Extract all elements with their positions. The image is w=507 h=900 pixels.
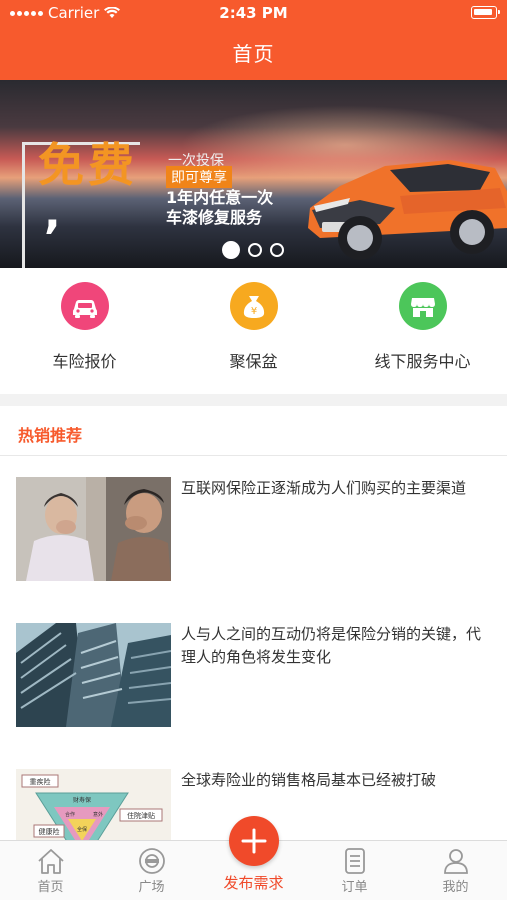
- service-label: 线下服务中心: [374, 352, 471, 371]
- status-bar: Carrier 2:43 PM: [0, 0, 507, 26]
- svg-text:¥: ¥: [250, 306, 256, 317]
- pagination-dot-2[interactable]: [248, 243, 262, 257]
- section-separator: [0, 394, 507, 406]
- diagram-label: 重疾险: [30, 777, 51, 786]
- tab-label: 首页: [37, 880, 64, 895]
- promo-banner[interactable]: 免费 , 一次投保 即可尊享 1年内任意一次 车漆修复服务: [0, 80, 507, 268]
- diagram-label: 意外: [93, 811, 103, 818]
- status-time: 2:43 PM: [219, 4, 288, 22]
- banner-pagination[interactable]: [222, 241, 284, 259]
- publish-request-button[interactable]: [229, 816, 279, 866]
- diagram-label: 合作: [65, 811, 75, 818]
- service-label: 聚保盆: [229, 352, 278, 371]
- banner-line-4: 车漆修复服务: [166, 208, 263, 227]
- tab-orders[interactable]: 订单: [304, 847, 405, 895]
- orders-icon: [344, 848, 365, 874]
- tab-home[interactable]: 首页: [0, 847, 101, 895]
- offline-service-center-button[interactable]: 线下服务中心: [338, 282, 507, 372]
- pagination-dot-1[interactable]: [222, 241, 240, 259]
- car-icon: [60, 282, 109, 330]
- tab-mine[interactable]: 我的: [405, 847, 506, 895]
- banner-headline: 免费: [38, 138, 138, 192]
- article-item[interactable]: 互联网保险正逐渐成为人们购买的主要渠道: [16, 477, 496, 581]
- tab-label: 我的: [442, 880, 469, 895]
- tab-plaza[interactable]: 广场: [101, 847, 202, 895]
- diagram-label: 健康险: [39, 827, 60, 836]
- tab-label: 广场: [138, 880, 165, 895]
- service-label: 车险报价: [52, 352, 117, 371]
- section-title: 热销推荐: [18, 426, 83, 445]
- suv-car-image: [308, 160, 507, 260]
- home-icon: [37, 849, 64, 874]
- plus-icon: [241, 828, 267, 854]
- money-bag-icon: ¥: [229, 282, 278, 330]
- page-title: 首页: [232, 42, 275, 66]
- article-item[interactable]: 人与人之间的互动仍将是保险分销的关键，代理人的角色将发生变化: [16, 623, 496, 727]
- tab-label: 订单: [341, 880, 368, 895]
- store-icon: [398, 282, 447, 330]
- diagram-label: 财寿保: [73, 796, 91, 804]
- article-title: 全球寿险业的销售格局基本已经被打破: [181, 771, 437, 789]
- app-header: Carrier 2:43 PM 首页: [0, 0, 507, 80]
- money-pot-button[interactable]: ¥ 聚保盆: [169, 282, 338, 372]
- diagram-label: 住院津贴: [127, 811, 155, 820]
- diagram-label: 全保: [77, 826, 87, 833]
- pagination-dot-3[interactable]: [270, 243, 284, 257]
- article-title: 互联网保险正逐渐成为人们购买的主要渠道: [181, 479, 467, 497]
- divider: [0, 455, 507, 456]
- banner-comma: ,: [44, 188, 61, 239]
- skyscrapers-photo: [16, 623, 171, 727]
- car-insurance-quote-button[interactable]: 车险报价: [0, 282, 169, 372]
- plaza-icon: [138, 848, 165, 874]
- article-title: 人与人之间的互动仍将是保险分销的关键，代理人的角色将发生变化: [181, 625, 482, 666]
- elderly-couple-photo: [16, 477, 171, 581]
- user-icon: [443, 849, 468, 874]
- service-shortcuts: 车险报价 ¥ 聚保盆 线下服务中心: [0, 268, 507, 394]
- battery-icon: [471, 6, 500, 19]
- publish-request-label[interactable]: 发布需求: [203, 872, 304, 893]
